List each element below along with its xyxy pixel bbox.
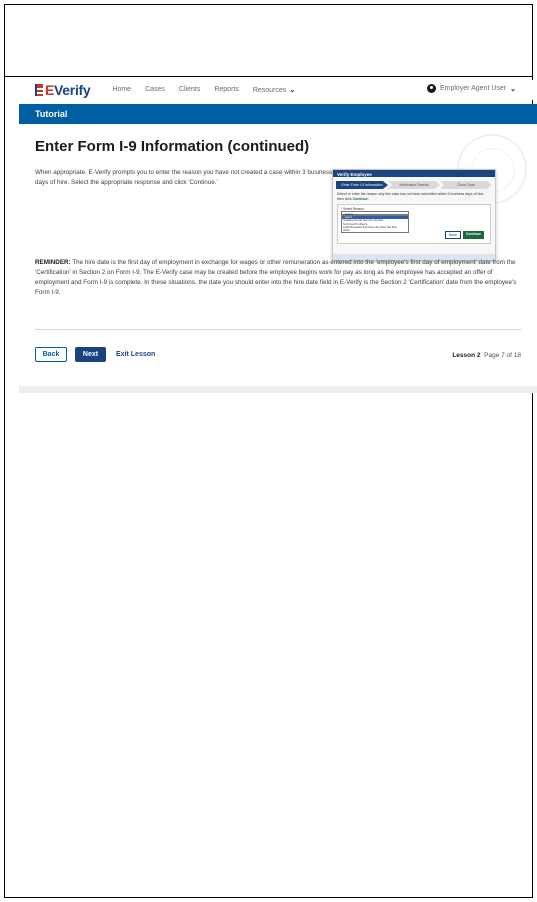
everify-logo[interactable]: E Verify	[35, 82, 91, 98]
logo-e: E	[45, 82, 55, 98]
reminder-label: REMINDER:	[35, 259, 71, 266]
user-label: Employer Agent User	[439, 85, 507, 92]
next-button[interactable]: Next	[75, 347, 106, 362]
nav-link-home[interactable]: Home	[112, 86, 131, 94]
thumb-continue-button: Continue	[462, 231, 484, 239]
nav-link-cases[interactable]: Cases	[145, 86, 165, 94]
thumb-form: * Select Reason - select - - select - Aw…	[337, 204, 491, 244]
verify-employee-screenshot: Verify Employee Enter Form I-9 Informati…	[332, 169, 496, 261]
lesson-label: Lesson 2	[452, 352, 481, 359]
tutorial-bar: Tutorial	[19, 104, 537, 124]
top-divider	[4, 76, 533, 77]
lesson-progress: Lesson 2 Page 7 of 18	[452, 352, 521, 359]
reminder-paragraph: REMINDER: The hire date is the first day…	[35, 258, 521, 298]
thumb-buttons: Back Continue	[445, 231, 484, 239]
page-title: Enter Form I-9 Information (continued)	[35, 138, 310, 155]
thumb-back-button: Back	[445, 231, 461, 239]
top-navigation: E Verify Home Cases Clients Reports Reso…	[19, 80, 537, 100]
thumb-step-verification-results: Verification Results	[388, 181, 440, 189]
resources-label: Resources	[252, 86, 287, 94]
content-divider	[35, 329, 521, 330]
thumb-option: Other	[343, 229, 350, 233]
footer-strip	[19, 386, 537, 393]
thumb-step-close-case: Close Case	[440, 181, 492, 189]
nav-links: Home Cases Clients Reports Resources ⌄	[112, 86, 295, 94]
thumb-reason-options: - select - Awaiting Social Security Numb…	[341, 215, 409, 234]
tutorial-title: Tutorial	[35, 109, 68, 119]
nav-link-resources[interactable]: Resources ⌄	[252, 86, 296, 95]
nav-link-clients[interactable]: Clients	[179, 86, 200, 94]
user-icon	[426, 84, 436, 93]
intro-paragraph: When appropriate, E-Verify prompts you t…	[35, 169, 333, 186]
thumb-steps: Enter Form I-9 Information Verification …	[336, 181, 492, 189]
lesson-content: Enter Form I-9 Information (continued) W…	[19, 124, 537, 386]
chevron-down-icon: ⌄	[510, 85, 516, 93]
back-button[interactable]: Back	[35, 347, 67, 362]
chevron-down-icon: ⌄	[289, 87, 296, 94]
user-menu[interactable]: Employer Agent User ⌄	[426, 84, 516, 93]
logo-text: Verify	[54, 82, 91, 98]
exit-lesson-link[interactable]: Exit Lesson	[116, 351, 155, 358]
flag-icon	[35, 84, 43, 96]
nav-link-reports[interactable]: Reports	[214, 86, 239, 94]
page-count: Page 7 of 18	[484, 352, 521, 359]
thumb-header: Verify Employee	[333, 170, 495, 177]
reminder-text: The hire date is the first day of employ…	[35, 259, 517, 296]
lesson-actions: Back Next Exit Lesson	[35, 347, 155, 362]
thumb-instruction-continue: Continue.	[352, 196, 369, 201]
thumb-step-enter-form: Enter Form I-9 Information	[336, 181, 388, 189]
thumb-instruction: Select or enter the reason why this case…	[337, 192, 491, 201]
